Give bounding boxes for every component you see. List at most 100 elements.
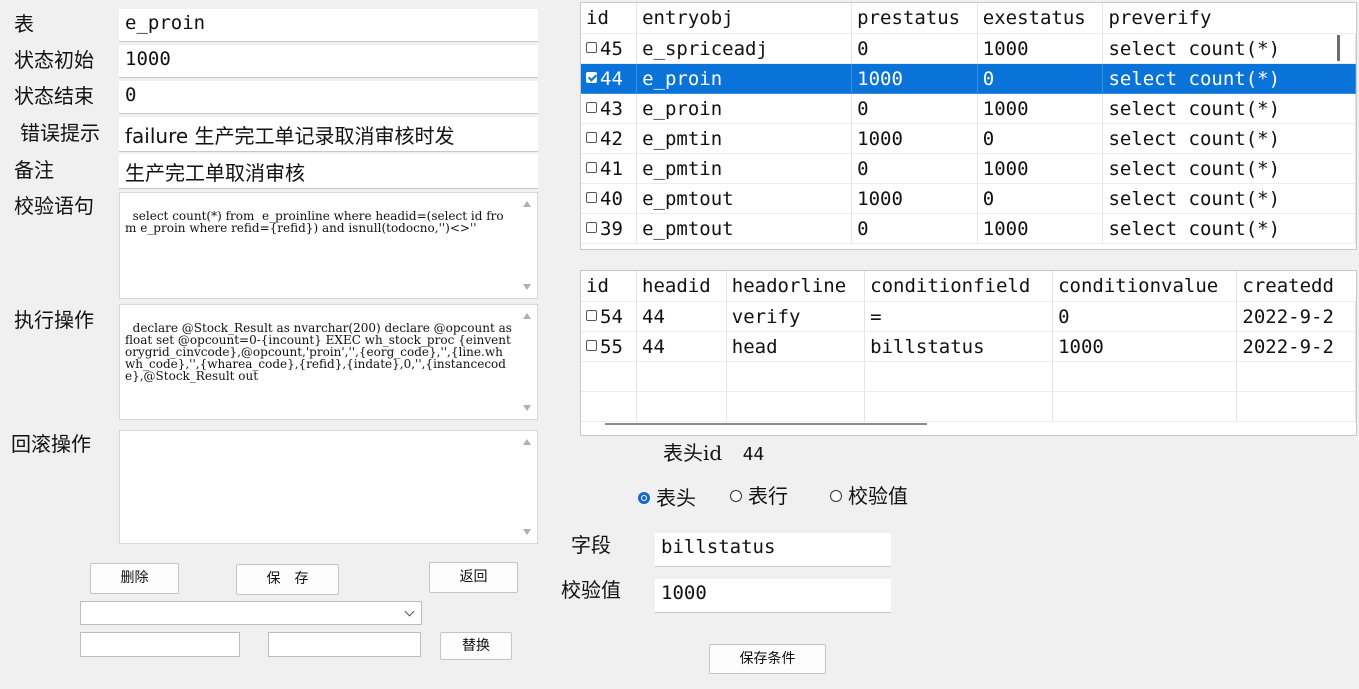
col-header-exestatus[interactable]: exestatus	[977, 3, 1104, 34]
back-button[interactable]: 返回	[429, 562, 518, 593]
empty-row	[581, 391, 1356, 422]
cell-prestatus: 0	[851, 33, 978, 64]
head-id-value: 44	[742, 444, 765, 465]
cell-exestatus: 0	[977, 183, 1104, 214]
cell-createdd: 2022-9-2	[1236, 301, 1356, 332]
row-checkbox[interactable]	[586, 41, 597, 53]
scroll-up-icon[interactable]	[523, 439, 531, 445]
end-status-input[interactable]: 0	[119, 81, 538, 114]
field-input[interactable]: billstatus	[655, 533, 891, 567]
cell-exestatus: 1000	[977, 93, 1104, 124]
scroll-down-icon[interactable]	[523, 284, 531, 290]
condition-grid-hscroll-thumb[interactable]	[605, 423, 927, 425]
cell-headorline: verify	[726, 301, 866, 332]
cell-exestatus: 1000	[977, 153, 1104, 184]
cell-entryobj: e_spriceadj	[636, 33, 853, 64]
table-row[interactable]: 42 e_pmtin 1000 0 select count(*)	[581, 123, 1356, 154]
col-header-headid[interactable]: headid	[636, 271, 727, 302]
table-row[interactable]: 43 e_proin 0 1000 select count(*)	[581, 93, 1356, 124]
row-checkbox[interactable]	[586, 161, 597, 173]
save-button[interactable]: 保 存	[236, 564, 339, 595]
col-header-entryobj[interactable]: entryobj	[636, 3, 853, 34]
cell-id: 40	[600, 187, 623, 210]
radio-line[interactable]: 表行	[730, 484, 788, 508]
cell-prestatus: 1000	[851, 123, 978, 154]
entry-grid-scroll-thumb[interactable]	[1337, 35, 1340, 61]
find-input[interactable]	[80, 632, 240, 657]
cell-entryobj: e_pmtout	[636, 213, 853, 244]
row-checkbox[interactable]	[586, 339, 597, 351]
condition-grid[interactable]: id headid headorline conditionfield cond…	[580, 270, 1357, 436]
col-header-id[interactable]: id	[581, 3, 638, 34]
col-header-conditionfield[interactable]: conditionfield	[864, 271, 1054, 302]
init-status-label: 状态初始	[14, 48, 94, 72]
cell-prestatus: 1000	[851, 183, 978, 214]
cell-exestatus: 1000	[977, 33, 1104, 64]
table-row[interactable]: 54 44 verify = 0 2022-9-2	[581, 301, 1356, 332]
cell-conditionfield: =	[864, 301, 1054, 332]
chevron-down-icon[interactable]	[404, 606, 415, 617]
cell-entryobj: e_proin	[636, 63, 853, 94]
entry-grid[interactable]: id entryobj prestatus exestatus preverif…	[580, 2, 1357, 250]
init-status-input[interactable]: 1000	[119, 45, 538, 78]
table-row[interactable]: 45 e_spriceadj 0 1000 select count(*)	[581, 33, 1356, 64]
entry-grid-header: id entryobj prestatus exestatus preverif…	[581, 3, 1356, 34]
exec-op-textarea[interactable]: declare @Stock_Result as nvarchar(200) d…	[119, 304, 538, 420]
radio-unselected-icon[interactable]	[830, 489, 842, 502]
cell-exestatus: 1000	[977, 213, 1104, 244]
radio-head[interactable]: 表头	[638, 486, 696, 510]
cell-exestatus: 0	[977, 123, 1104, 154]
exec-op-scrollbar[interactable]	[517, 305, 537, 419]
col-header-preverify[interactable]: preverify	[1102, 3, 1356, 34]
save-condition-button[interactable]: 保存条件	[709, 644, 826, 674]
table-row[interactable]: 41 e_pmtin 0 1000 select count(*)	[581, 153, 1356, 184]
col-header-conditionvalue[interactable]: conditionvalue	[1052, 271, 1238, 302]
remark-input[interactable]: 生产完工单取消审核	[119, 154, 538, 189]
cell-prestatus: 1000	[851, 63, 978, 94]
cell-preverify: select count(*)	[1102, 33, 1356, 64]
verify-sql-textarea[interactable]: select count(*) from e_proinline where h…	[119, 192, 538, 299]
table-row[interactable]: 40 e_pmtout 1000 0 select count(*)	[581, 183, 1356, 214]
table-row-selected[interactable]: 44 e_proin 1000 0 select count(*)	[581, 63, 1356, 94]
delete-button[interactable]: 删除	[90, 563, 179, 594]
cell-headid: 44	[636, 301, 727, 332]
row-checkbox[interactable]	[586, 131, 597, 143]
scroll-down-icon[interactable]	[523, 529, 531, 535]
rollback-textarea[interactable]	[119, 430, 538, 544]
col-header-createdd[interactable]: createdd	[1236, 271, 1356, 302]
verify-sql-scrollbar[interactable]	[517, 193, 537, 298]
row-checkbox[interactable]	[586, 101, 597, 113]
scroll-up-icon[interactable]	[523, 313, 531, 319]
table-row[interactable]: 39 e_pmtout 0 1000 select count(*)	[581, 213, 1356, 244]
row-checkbox-checked[interactable]	[586, 71, 597, 83]
radio-check-value-label: 校验值	[848, 484, 908, 508]
table-row[interactable]: 55 44 head billstatus 1000 2022-9-2	[581, 331, 1356, 362]
col-header-prestatus[interactable]: prestatus	[851, 3, 978, 34]
replace-input[interactable]	[268, 632, 421, 657]
col-header-headorline[interactable]: headorline	[726, 271, 866, 302]
end-status-label: 状态结束	[14, 84, 94, 108]
head-id-label-text: 表头id	[663, 441, 723, 465]
row-checkbox[interactable]	[586, 191, 597, 203]
radio-unselected-icon[interactable]	[730, 489, 742, 502]
verify-sql-text: select count(*) from e_proinline where h…	[125, 209, 504, 235]
scroll-down-icon[interactable]	[523, 405, 531, 411]
radio-selected-icon[interactable]	[638, 491, 650, 504]
replace-select[interactable]	[80, 601, 422, 625]
col-header-id[interactable]: id	[581, 271, 637, 302]
cell-headid: 44	[636, 331, 727, 362]
row-checkbox[interactable]	[586, 221, 597, 233]
error-tip-input[interactable]: failure 生产完工单记录取消审核时发	[119, 117, 538, 152]
scroll-up-icon[interactable]	[523, 201, 531, 207]
row-checkbox[interactable]	[586, 309, 597, 321]
cell-preverify: select count(*)	[1102, 63, 1356, 94]
cell-id: 45	[600, 37, 623, 60]
radio-line-label: 表行	[748, 484, 788, 508]
cell-preverify: select count(*)	[1102, 183, 1356, 214]
replace-button[interactable]: 替换	[440, 632, 512, 660]
rollback-scrollbar[interactable]	[517, 431, 537, 543]
cell-prestatus: 0	[851, 213, 978, 244]
table-input[interactable]: e_proin	[119, 9, 538, 42]
check-value-input[interactable]: 1000	[655, 579, 891, 613]
radio-check-value[interactable]: 校验值	[830, 484, 908, 508]
